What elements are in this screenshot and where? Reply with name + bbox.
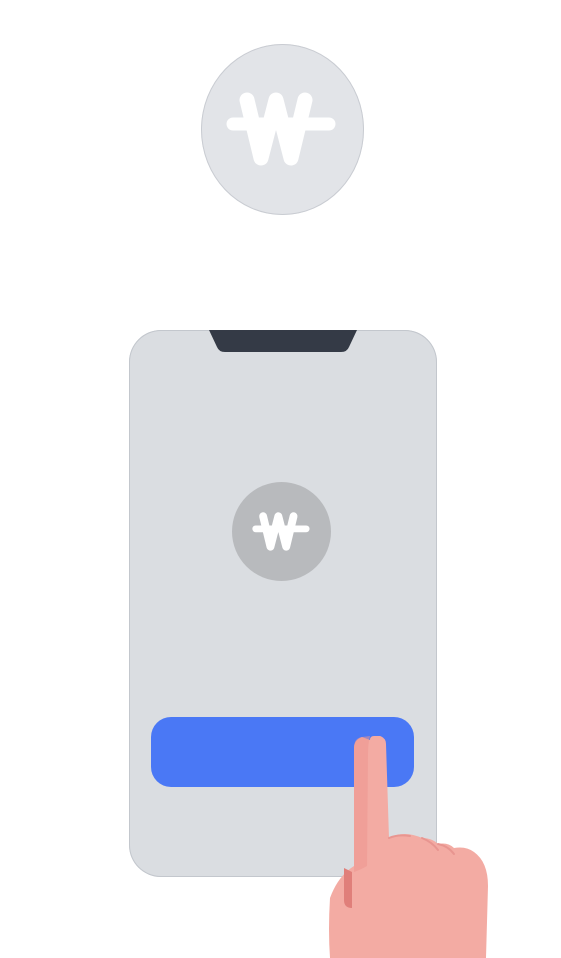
phone-app-logo [232, 482, 331, 581]
won-sign-icon [226, 92, 335, 165]
phone-notch [209, 330, 357, 352]
app-logo [201, 44, 364, 215]
won-sign-icon [251, 511, 310, 551]
pointing-hand-icon [329, 736, 488, 958]
